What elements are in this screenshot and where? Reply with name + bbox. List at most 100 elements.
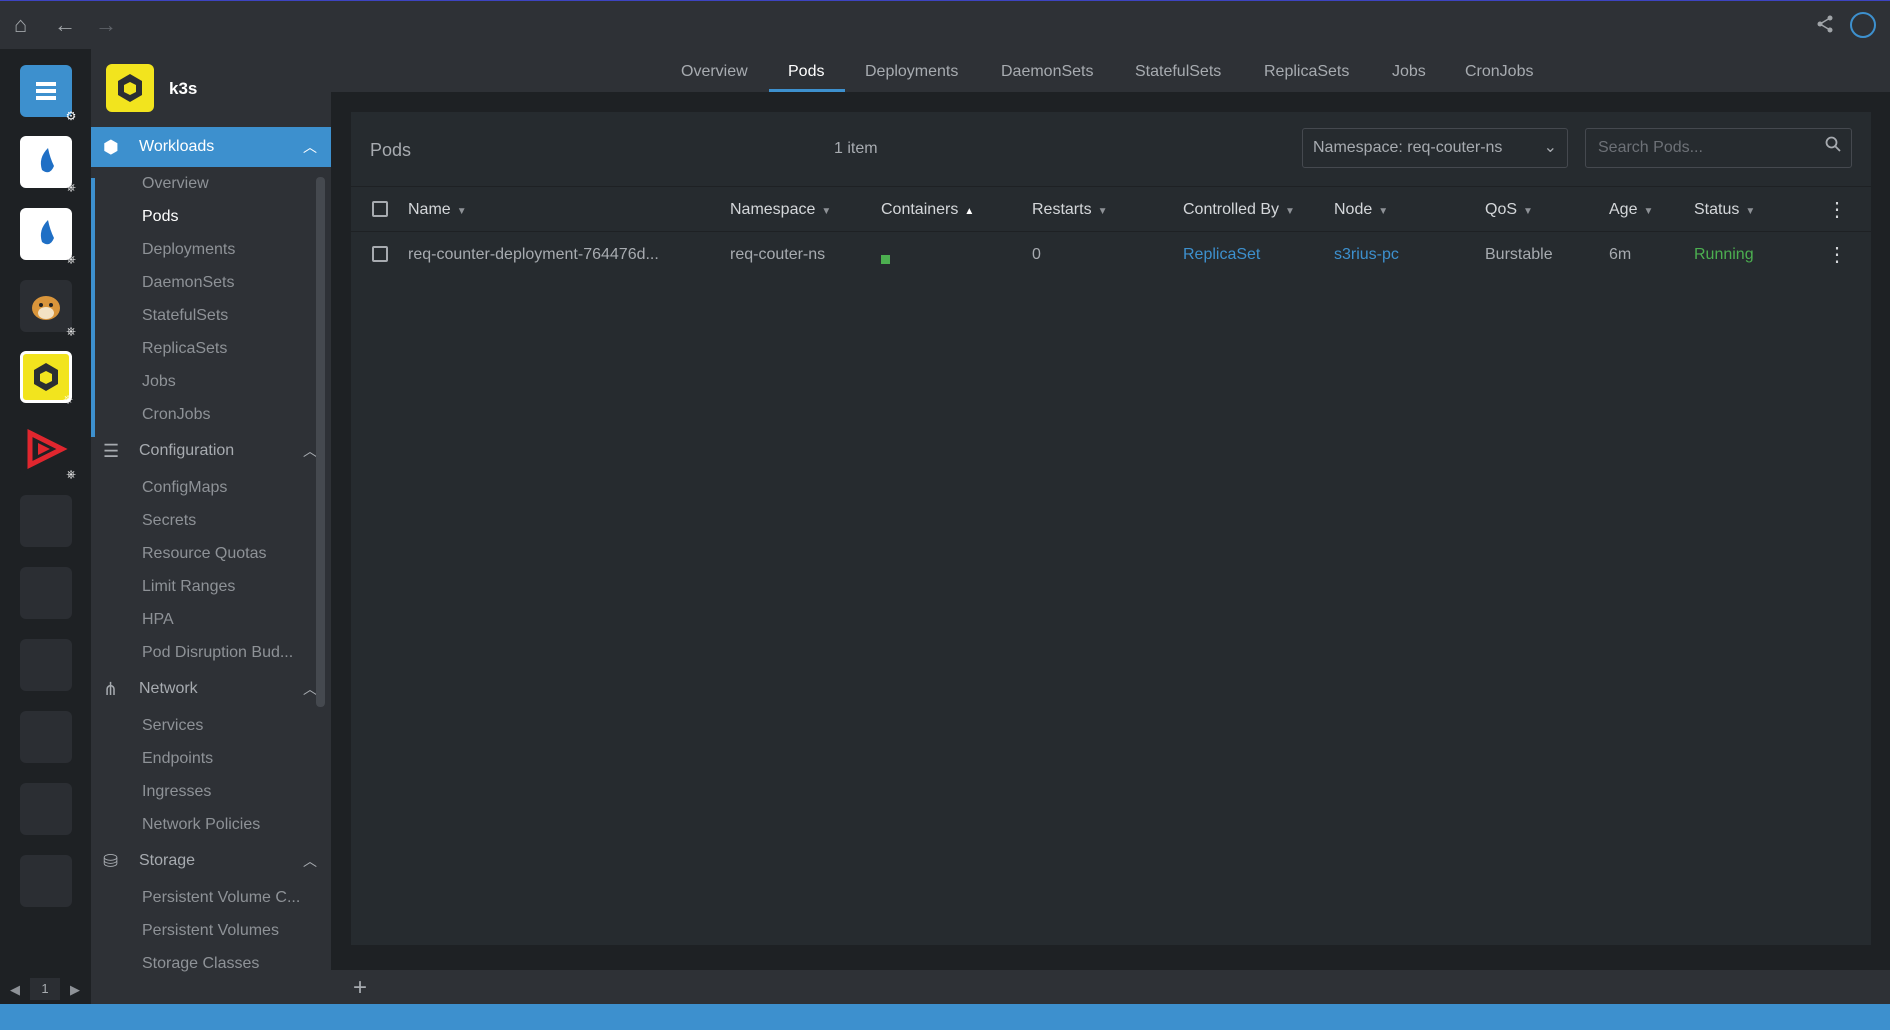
chevron-down-icon: ⌄ — [1543, 139, 1557, 156]
sidebar-item-endpoints[interactable]: Endpoints — [91, 742, 331, 775]
sort-icon: ▼ — [821, 206, 832, 217]
prev-page-icon[interactable]: ◀ — [10, 982, 20, 998]
chevron-up-icon: ︿ — [303, 139, 317, 155]
table-row[interactable]: req-counter-deployment-764476d... req-co… — [351, 232, 1871, 278]
sidebar-item-statefulsets[interactable]: StatefulSets — [91, 299, 331, 332]
sort-icon: ▼ — [1523, 206, 1533, 217]
back-arrow-icon[interactable]: ← — [54, 13, 76, 37]
sidebar-item-pod-disruption-budgets[interactable]: Pod Disruption Bud... — [91, 636, 331, 669]
empty-slot[interactable] — [20, 567, 72, 619]
column-node[interactable]: Node ▼ — [1334, 201, 1388, 219]
namespace-select-value: Namespace: req-couter-ns — [1313, 139, 1503, 156]
column-containers[interactable]: Containers ▲ — [881, 201, 974, 219]
sidebar-group-configuration[interactable]: ☰ Configuration ︿ — [91, 431, 331, 471]
column-menu-icon[interactable]: ⋮ — [1827, 197, 1847, 222]
catalog-icon[interactable]: ⚙ — [20, 65, 76, 123]
empty-slot[interactable] — [20, 711, 72, 763]
sidebar-group-storage[interactable]: ⛁ Storage ︿ — [91, 841, 331, 881]
sidebar-item-overview[interactable]: Overview — [91, 167, 331, 200]
cluster-icon-1[interactable]: ⎈ — [20, 136, 76, 194]
container-status-dot — [881, 251, 890, 269]
pods-panel: Pods 1 item Namespace: req-couter-ns ⌄ S… — [351, 112, 1871, 945]
controlled-by-link[interactable]: ReplicaSet — [1183, 246, 1260, 264]
panel-header: Pods 1 item Namespace: req-couter-ns ⌄ S… — [351, 112, 1871, 186]
column-age[interactable]: Age ▼ — [1609, 201, 1653, 219]
kube-badge-icon: ⎈ — [66, 252, 76, 266]
status-bar — [0, 1004, 1890, 1030]
sidebar-item-daemonsets[interactable]: DaemonSets — [91, 266, 331, 299]
sidebar-item-secrets[interactable]: Secrets — [91, 504, 331, 537]
sidebar-item-jobs[interactable]: Jobs — [91, 365, 331, 398]
share-icon[interactable] — [1815, 14, 1835, 39]
tab-jobs[interactable]: Jobs — [1392, 63, 1426, 81]
column-controlled-by[interactable]: Controlled By ▼ — [1183, 201, 1295, 219]
tab-pods[interactable]: Pods — [788, 63, 824, 81]
pod-name: req-counter-deployment-764476d... — [408, 246, 659, 263]
tab-overview[interactable]: Overview — [681, 63, 748, 81]
sidebar-item-replicasets[interactable]: ReplicaSets — [91, 332, 331, 365]
sidebar-item-resource-quotas[interactable]: Resource Quotas — [91, 537, 331, 570]
forward-arrow-icon[interactable]: → — [95, 13, 117, 37]
search-icon — [1825, 129, 1841, 167]
column-restarts[interactable]: Restarts ▼ — [1032, 201, 1107, 219]
sidebar-group-network[interactable]: ⋔ Network ︿ — [91, 669, 331, 709]
row-menu-icon[interactable]: ⋮ — [1827, 242, 1847, 267]
sidebar-item-limit-ranges[interactable]: Limit Ranges — [91, 570, 331, 603]
search-placeholder: Search Pods... — [1598, 139, 1703, 156]
select-all-checkbox[interactable] — [372, 201, 388, 217]
pod-status: Running — [1694, 246, 1754, 263]
column-name[interactable]: Name ▼ — [408, 201, 467, 219]
sidebar-item-pods[interactable]: Pods — [91, 200, 331, 233]
sidebar-item-configmaps[interactable]: ConfigMaps — [91, 471, 331, 504]
empty-slot[interactable] — [20, 855, 72, 907]
list-icon: ☰ — [103, 441, 120, 461]
chevron-up-icon: ︿ — [303, 681, 317, 697]
sidebar-item-deployments[interactable]: Deployments — [91, 233, 331, 266]
search-input[interactable]: Search Pods... — [1585, 128, 1852, 168]
cluster-icon-2[interactable]: ⎈ — [20, 208, 76, 266]
cluster-icon-k3s-active[interactable]: ⎈ — [20, 351, 73, 406]
item-count: 1 item — [834, 140, 878, 157]
group-label: Network — [139, 680, 198, 697]
sort-icon: ▼ — [456, 206, 467, 217]
home-icon[interactable]: ⌂ — [14, 13, 27, 37]
sidebar-item-persistent-volume-claims[interactable]: Persistent Volume C... — [91, 881, 331, 914]
next-page-icon[interactable]: ▶ — [70, 982, 80, 998]
empty-slot[interactable] — [20, 783, 72, 835]
tab-replicasets[interactable]: ReplicaSets — [1264, 63, 1349, 81]
cluster-hotbar: ⚙ ⎈ ⎈ ⎈ ⎈ ⎈ ◀ 1 ▶ — [0, 49, 91, 1004]
cluster-icon-shiba[interactable]: ⎈ — [20, 280, 76, 338]
tab-daemonsets[interactable]: DaemonSets — [1001, 63, 1094, 81]
sidebar-item-network-policies[interactable]: Network Policies — [91, 808, 331, 841]
row-checkbox[interactable] — [372, 246, 388, 262]
sidebar-item-services[interactable]: Services — [91, 709, 331, 742]
chevron-up-icon: ︿ — [303, 443, 317, 459]
pod-namespace: req-couter-ns — [730, 246, 826, 263]
tab-deployments[interactable]: Deployments — [865, 63, 958, 81]
tab-statefulsets[interactable]: StatefulSets — [1135, 63, 1221, 81]
column-namespace[interactable]: Namespace ▼ — [730, 201, 831, 219]
cluster-header: k3s — [91, 49, 331, 127]
add-tab-button[interactable]: + — [353, 974, 367, 1002]
group-label: Workloads — [139, 138, 215, 155]
sidebar-item-hpa[interactable]: HPA — [91, 603, 331, 636]
namespace-select[interactable]: Namespace: req-couter-ns ⌄ — [1302, 128, 1568, 168]
sidebar-item-storage-classes[interactable]: Storage Classes — [91, 947, 331, 980]
sidebar-item-cronjobs[interactable]: CronJobs — [91, 398, 331, 431]
sidebar-scrollbar[interactable] — [316, 177, 325, 707]
pod-qos: Burstable — [1485, 246, 1553, 263]
sidebar-group-workloads[interactable]: ⬢ Workloads ︿ — [91, 127, 331, 167]
empty-slot[interactable] — [20, 495, 72, 547]
cluster-icon-red[interactable]: ⎈ — [20, 423, 76, 481]
kube-badge-icon: ⎈ — [63, 392, 73, 406]
node-link[interactable]: s3rius-pc — [1334, 246, 1399, 264]
active-tab-underline — [769, 89, 845, 92]
column-qos[interactable]: QoS ▼ — [1485, 201, 1533, 219]
sidebar-item-persistent-volumes[interactable]: Persistent Volumes — [91, 914, 331, 947]
column-status[interactable]: Status ▼ — [1694, 201, 1755, 219]
active-group-indicator — [91, 178, 95, 437]
empty-slot[interactable] — [20, 639, 72, 691]
sidebar-item-ingresses[interactable]: Ingresses — [91, 775, 331, 808]
tab-cronjobs[interactable]: CronJobs — [1465, 63, 1533, 81]
user-avatar-icon[interactable] — [1850, 12, 1876, 38]
